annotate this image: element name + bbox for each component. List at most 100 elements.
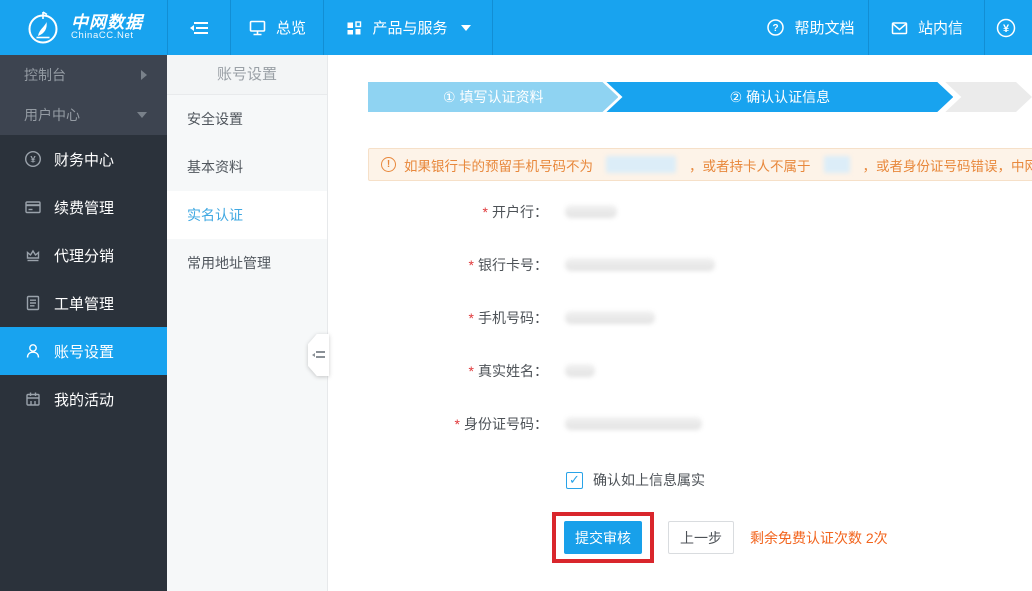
confirm-label: 确认如上信息属实	[593, 472, 705, 488]
sidebar-item-account-settings[interactable]: 账号设置	[0, 327, 167, 375]
sidebar-top-group: 控制台 用户中心	[0, 55, 167, 135]
svg-text:¥: ¥	[1003, 23, 1010, 35]
topbar-separator	[492, 0, 493, 55]
topbar-right-group: ? 帮助文档 站内信 ¥	[753, 0, 1032, 55]
warning-text-1: 如果银行卡的预留手机号码不为	[404, 158, 593, 174]
panel-handle-wrap	[308, 334, 329, 376]
id-number-value-redacted	[565, 417, 702, 430]
collapse-menu-icon	[190, 21, 208, 34]
required-mark: *	[482, 203, 488, 220]
step-2-confirm-info: ② 确认认证信息	[606, 82, 953, 112]
yen-circle-icon: ¥	[24, 150, 42, 168]
help-docs-button[interactable]: ? 帮助文档	[753, 0, 868, 55]
bank-value-redacted	[565, 205, 617, 218]
sidebar-item-finance[interactable]: ¥ 财务中心	[0, 135, 167, 183]
verification-form: * 开户行： * 银行卡号： * 手机号码： * 真实姓名： * 身份证号码： ✓	[368, 185, 1032, 563]
step-3-partial	[945, 82, 1032, 112]
main-content: ① 填写认证资料 ② 确认认证信息 ! 如果银行卡的预留手机号码不为 ，或者持卡…	[328, 55, 1032, 591]
red-annotation-box: 提交审核	[552, 512, 654, 563]
sidebar: 控制台 用户中心 ¥ 财务中心 续费管理 代理分销 工单管理 账号设置 我的活动	[0, 55, 167, 591]
sidebar-activities-label: 我的活动	[54, 391, 115, 409]
nav-overview-label: 总览	[275, 20, 306, 37]
subnav-title: 账号设置	[167, 55, 327, 95]
warning-text-2: ，或者持卡人不属于	[689, 158, 811, 174]
crown-icon	[26, 249, 40, 262]
sidebar-item-user-center[interactable]: 用户中心	[0, 95, 167, 135]
sidebar-user-center-label: 用户中心	[24, 107, 80, 123]
sidebar-account-settings-label: 账号设置	[54, 343, 115, 361]
id-number-label: 身份证号码：	[464, 415, 548, 432]
phone-label: 手机号码：	[478, 309, 548, 326]
subnav-item-security[interactable]: 安全设置	[167, 95, 327, 143]
confirm-row: ✓ 确认如上信息属实	[566, 470, 1032, 490]
menu-collapse-button[interactable]	[168, 0, 230, 55]
subnav-item-realname-verification[interactable]: 实名认证	[167, 191, 327, 239]
brand-logo-icon	[28, 10, 58, 43]
help-docs-label: 帮助文档	[794, 20, 855, 37]
svg-text:?: ?	[773, 23, 779, 34]
chevron-down-icon	[460, 24, 471, 31]
confirm-checkbox[interactable]: ✓	[566, 471, 583, 489]
brand-name: 中网数据	[71, 12, 143, 32]
required-mark: *	[468, 256, 474, 273]
svg-text:¥: ¥	[30, 155, 36, 166]
sidebar-item-agent[interactable]: 代理分销	[0, 231, 167, 279]
submit-review-button[interactable]: 提交审核	[564, 521, 642, 554]
site-mail-label: 站内信	[917, 20, 963, 37]
chevron-right-icon	[141, 70, 147, 80]
real-name-label: 真实姓名：	[478, 362, 548, 379]
form-row-real-name: * 真实姓名：	[368, 344, 1032, 397]
sidebar-item-activities[interactable]: 我的活动	[0, 375, 167, 423]
app-window: 中网数据 ChinaCC.Net 总览 产品与服务 ? 帮助文档 站内信 ¥ 控…	[0, 0, 1032, 591]
calendar-icon	[26, 392, 40, 406]
grid-icon	[347, 20, 362, 34]
site-mail-button[interactable]: 站内信	[869, 0, 984, 55]
sidebar-renewal-label: 续费管理	[54, 199, 115, 217]
help-circle-icon: ?	[767, 19, 785, 36]
sidebar-tickets-label: 工单管理	[54, 295, 115, 313]
sidebar-agent-label: 代理分销	[54, 247, 115, 265]
subnav-item-profile[interactable]: 基本资料	[167, 143, 327, 191]
redacted-phone	[606, 156, 676, 173]
chevron-down-icon	[137, 112, 147, 118]
mail-icon	[891, 21, 908, 34]
form-row-card-number: * 银行卡号：	[368, 238, 1032, 291]
credit-card-icon	[25, 201, 41, 214]
document-icon	[26, 295, 40, 311]
brand-domain: ChinaCC.Net	[71, 30, 134, 42]
real-name-value-redacted	[565, 364, 595, 377]
required-mark: *	[468, 362, 474, 379]
sidebar-console-label: 控制台	[24, 67, 66, 83]
bank-label: 开户行：	[492, 203, 548, 220]
sidebar-item-renewal[interactable]: 续费管理	[0, 183, 167, 231]
nav-products-label: 产品与服务	[372, 20, 448, 37]
previous-step-button[interactable]: 上一步	[668, 521, 734, 554]
form-row-id-number: * 身份证号码：	[368, 397, 1032, 450]
yen-circle-icon: ¥	[996, 18, 1016, 37]
form-row-bank: * 开户行：	[368, 185, 1032, 238]
step-wizard: ① 填写认证资料 ② 确认认证信息	[368, 82, 1032, 112]
nav-products-services[interactable]: 产品与服务	[324, 0, 492, 55]
collapse-menu-icon	[311, 351, 325, 359]
billing-button[interactable]: ¥	[985, 0, 1032, 55]
sidebar-item-console[interactable]: 控制台	[0, 55, 167, 95]
card-number-label: 银行卡号：	[478, 256, 548, 273]
step-1-fill-info: ① 填写认证资料	[368, 82, 618, 112]
monitor-icon	[249, 20, 266, 35]
nav-overview[interactable]: 总览	[231, 0, 323, 55]
subnav-collapse-handle[interactable]	[308, 334, 329, 376]
sidebar-item-tickets[interactable]: 工单管理	[0, 279, 167, 327]
user-icon	[26, 344, 40, 358]
top-navbar: 中网数据 ChinaCC.Net 总览 产品与服务 ? 帮助文档 站内信 ¥	[0, 0, 1032, 55]
warning-text-3: ，或者身份证号码错误，中网数据将取消您的实	[862, 158, 1032, 174]
actions-row: 提交审核 上一步 剩余免费认证次数 2次	[552, 512, 1032, 563]
subnav-item-addresses[interactable]: 常用地址管理	[167, 239, 327, 287]
phone-value-redacted	[565, 311, 655, 324]
redacted-name	[823, 156, 850, 173]
required-mark: *	[468, 309, 474, 326]
required-mark: *	[454, 415, 460, 432]
warning-banner: ! 如果银行卡的预留手机号码不为 ，或者持卡人不属于 ，或者身份证号码错误，中网…	[368, 148, 1032, 181]
brand-logo[interactable]: 中网数据 ChinaCC.Net	[0, 0, 167, 55]
sidebar-finance-label: 财务中心	[54, 151, 115, 169]
alert-icon: !	[381, 157, 396, 172]
